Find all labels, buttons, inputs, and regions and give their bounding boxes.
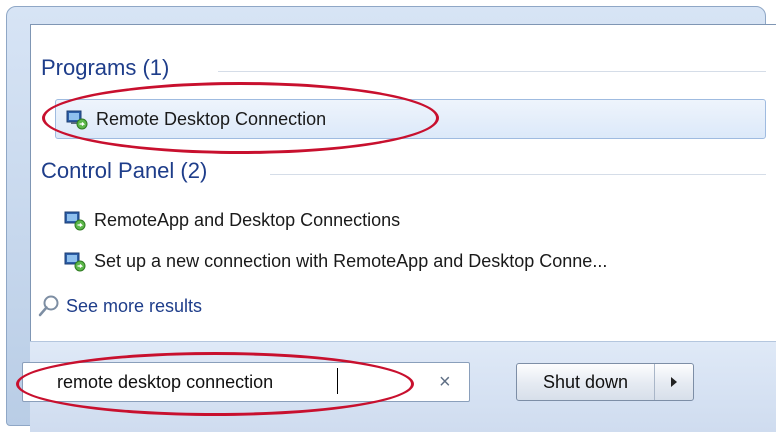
shutdown-options-button[interactable] [655, 364, 693, 400]
control-panel-header: Control Panel (2) [41, 158, 208, 183]
start-search-input[interactable] [22, 362, 470, 402]
shutdown-button[interactable]: Shut down [517, 364, 655, 400]
text-caret [337, 368, 338, 394]
magnifier-icon [38, 295, 59, 317]
control-panel-divider [270, 174, 766, 175]
clear-search-icon[interactable]: × [439, 370, 451, 394]
remote-desktop-icon [66, 110, 88, 130]
start-menu: Programs (1) Remote Desktop Connection C… [0, 0, 776, 432]
programs-header: Programs (1) [41, 55, 170, 80]
result-remoteapp-desktop-connections[interactable]: RemoteApp and Desktop Connections [64, 206, 400, 234]
remoteapp-setup-icon [64, 252, 86, 272]
see-more-results-link[interactable]: See more results [38, 294, 202, 318]
result-remote-desktop-connection[interactable]: Remote Desktop Connection [55, 99, 766, 139]
triangle-right-icon [671, 377, 677, 387]
shutdown-split-button: Shut down [516, 363, 694, 401]
remoteapp-icon [64, 211, 86, 231]
programs-divider [218, 71, 766, 72]
result-setup-new-connection[interactable]: Set up a new connection with RemoteApp a… [64, 247, 607, 275]
